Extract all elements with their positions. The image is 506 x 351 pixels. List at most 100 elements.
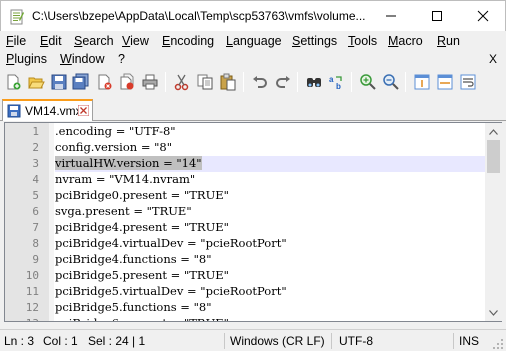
sync-vertical-icon[interactable] (413, 73, 431, 91)
line-number: 12 (25, 301, 39, 314)
cut-icon[interactable] (173, 73, 191, 91)
status-selection: Sel : 24 | 1 (88, 334, 146, 348)
code-line: pciBridge5.virtualDev = "pcieRootPort" (55, 284, 287, 298)
scroll-up-icon (489, 128, 498, 135)
menu-plugins[interactable]: Plugins (6, 52, 47, 66)
menu-encoding[interactable]: Encoding (162, 34, 214, 48)
minimize-icon (386, 15, 396, 17)
close-all-icon[interactable] (118, 73, 136, 91)
code-line: nvram = "VM14.nvram" (55, 172, 196, 186)
vertical-scrollbar[interactable] (485, 123, 502, 321)
menu-help[interactable]: ? (118, 52, 125, 66)
toolbar: ab (0, 68, 506, 96)
line-number: 7 (32, 221, 39, 234)
redo-icon[interactable] (274, 73, 292, 91)
svg-text:a: a (329, 75, 334, 84)
close-file-icon[interactable] (95, 73, 113, 91)
code-line: pciBridge0.present = "TRUE" (55, 188, 229, 202)
minimize-button[interactable] (368, 1, 414, 31)
menu-macro[interactable]: Macro (388, 34, 423, 48)
scroll-down-button[interactable] (485, 304, 502, 321)
status-encoding[interactable]: UTF-8 (339, 334, 373, 348)
toolbar-separator (405, 72, 406, 92)
code-line: pciBridge4.virtualDev = "pcieRootPort" (55, 236, 287, 250)
tab-close-icon[interactable] (78, 105, 89, 116)
code-line: .encoding = "UTF-8" (55, 124, 176, 138)
close-window-button[interactable] (460, 1, 506, 31)
tab-label: VM14.vmx (25, 104, 82, 118)
code-line: pciBridge5.functions = "8" (55, 300, 212, 314)
word-wrap-icon[interactable] (459, 73, 477, 91)
code-line: config.version = "8" (55, 140, 173, 154)
line-number: 4 (32, 173, 39, 186)
toolbar-separator (297, 72, 298, 92)
scrollbar-thumb[interactable] (487, 140, 500, 173)
close-icon (477, 10, 489, 22)
maximize-button[interactable] (414, 1, 460, 31)
line-number: 10 (25, 269, 39, 282)
toolbar-separator (165, 72, 166, 92)
undo-icon[interactable] (251, 73, 269, 91)
code-line: pciBridge4.functions = "8" (55, 252, 212, 266)
menu-view[interactable]: View (122, 34, 149, 48)
status-line: Ln : 3 (4, 334, 35, 348)
menu-settings[interactable]: Settings (292, 34, 337, 48)
tab-vm14-vmx[interactable]: VM14.vmx (2, 99, 93, 121)
menu-tools[interactable]: Tools (348, 34, 377, 48)
code-line: pciBridge5.present = "TRUE" (55, 268, 229, 282)
print-icon[interactable] (141, 73, 159, 91)
menu-bar: File Edit Search View Encoding Language … (0, 31, 506, 67)
sync-horizontal-icon[interactable] (436, 73, 454, 91)
line-number: 8 (32, 237, 39, 250)
code-line: svga.present = "TRUE" (55, 204, 192, 218)
zoom-in-icon[interactable] (359, 73, 377, 91)
close-document-glyph[interactable]: X (489, 52, 497, 66)
find-icon[interactable] (305, 73, 323, 91)
line-number: 13 (5, 317, 39, 321)
status-column: Col : 1 (43, 334, 78, 348)
scroll-up-button[interactable] (485, 123, 502, 140)
line-number: 11 (25, 285, 39, 298)
menu-language[interactable]: Language (226, 34, 282, 48)
title-bar: C:\Users\bzepe\AppData\Local\Temp\scp537… (0, 0, 506, 31)
save-icon[interactable] (50, 73, 68, 91)
status-separator (331, 333, 332, 349)
paste-icon[interactable] (219, 73, 237, 91)
copy-icon[interactable] (196, 73, 214, 91)
selected-text: virtualHW.version = "14" (55, 156, 202, 170)
line-number: 1 (32, 125, 39, 138)
toolbar-separator (351, 72, 352, 92)
line-number: 5 (32, 189, 39, 202)
replace-icon[interactable]: ab (328, 73, 346, 91)
line-number: 3 (32, 157, 39, 170)
status-insert-mode[interactable]: INS (459, 334, 479, 348)
menu-window[interactable]: Window (60, 52, 104, 66)
current-code-line: virtualHW.version = "14" (55, 156, 485, 172)
code-line: pciBridge6.present = "TRUE" (55, 316, 485, 321)
menu-file[interactable]: File (6, 34, 26, 48)
open-file-icon[interactable] (27, 73, 45, 91)
editor-pane[interactable]: 1 2 3 4 5 6 7 8 9 10 11 12 13 .encoding … (4, 122, 502, 322)
status-separator (224, 333, 225, 349)
menu-edit[interactable]: Edit (40, 34, 62, 48)
file-saved-icon (7, 104, 21, 118)
menu-run[interactable]: Run (437, 34, 460, 48)
status-separator (453, 333, 454, 349)
save-all-icon[interactable] (72, 73, 90, 91)
status-bar: Ln : 3 Col : 1 Sel : 24 | 1 Windows (CR … (0, 329, 506, 351)
svg-text:b: b (336, 82, 341, 91)
maximize-icon (432, 11, 442, 21)
status-eol[interactable]: Windows (CR LF) (230, 334, 325, 348)
line-number: 9 (32, 253, 39, 266)
notepad-app-icon (10, 9, 24, 25)
line-number-gutter: 1 2 3 4 5 6 7 8 9 10 11 12 13 (5, 123, 49, 321)
line-number: 2 (32, 141, 39, 154)
zoom-out-icon[interactable] (382, 73, 400, 91)
resize-grip-icon[interactable] (492, 338, 504, 350)
window-title: C:\Users\bzepe\AppData\Local\Temp\scp537… (32, 9, 366, 23)
new-file-icon[interactable] (4, 73, 22, 91)
code-line: pciBridge4.present = "TRUE" (55, 220, 229, 234)
toolbar-separator (243, 72, 244, 92)
fold-margin (49, 123, 54, 321)
menu-search[interactable]: Search (74, 34, 114, 48)
